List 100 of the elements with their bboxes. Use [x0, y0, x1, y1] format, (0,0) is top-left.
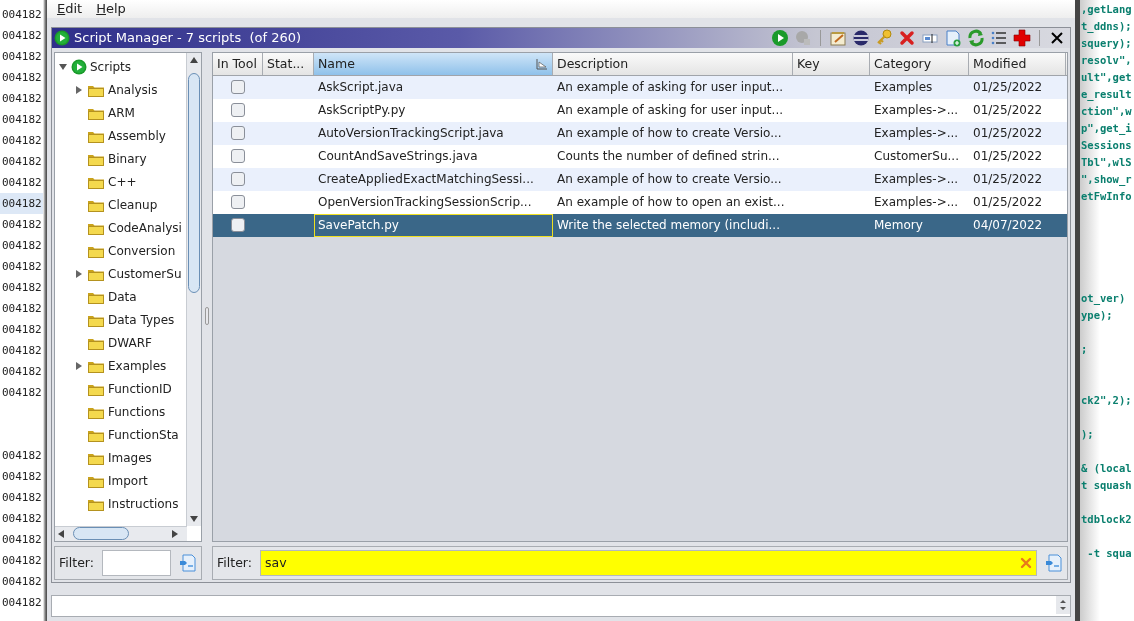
- script-icon[interactable]: [1045, 553, 1063, 572]
- table-cell-text: CreateAppliedExactMatchingSessi...: [317, 170, 535, 188]
- table-cell-text: An example of asking for user input...: [556, 101, 784, 119]
- table-cell-text: Examples->...: [873, 170, 960, 188]
- table-row[interactable]: SavePatch.py Write the selected memory (includi... Memory 04/07/2022: [213, 213, 1067, 237]
- tree-item[interactable]: Binary: [108, 152, 147, 167]
- tree-item[interactable]: Analysis: [108, 83, 158, 98]
- tree-item[interactable]: Functions: [108, 405, 166, 420]
- plus-icon[interactable]: [1013, 28, 1031, 47]
- key-icon[interactable]: [875, 28, 893, 47]
- tree-item[interactable]: Data: [108, 290, 137, 305]
- table-cell-text: 01/25/2022: [972, 170, 1044, 188]
- code-text: squery);: [1081, 36, 1132, 51]
- table-cell-text: CustomerSu...: [873, 147, 960, 165]
- expand-arrow-icon[interactable]: [74, 269, 84, 280]
- table-cell-text: An example of how to open an exist...: [556, 193, 786, 211]
- table-cell-text: OpenVersionTrackingSessionScrip...: [317, 193, 533, 211]
- tree-item[interactable]: CustomerSu: [108, 267, 182, 282]
- run-icon[interactable]: [771, 28, 789, 47]
- table-cell-text: CountAndSaveStrings.java: [317, 147, 479, 165]
- code-text: ck2",2);: [1081, 393, 1132, 408]
- menu-item[interactable]: Edit: [57, 1, 83, 17]
- column-header[interactable]: Name: [314, 52, 553, 75]
- checkbox[interactable]: [231, 103, 245, 118]
- globe-icon[interactable]: [852, 28, 870, 47]
- menu-item[interactable]: Help: [96, 1, 126, 17]
- column-header[interactable]: In Tool: [213, 52, 263, 75]
- tree-item[interactable]: DWARF: [108, 336, 152, 351]
- tree-item[interactable]: Data Types: [108, 313, 175, 328]
- tree-item[interactable]: ARM: [108, 106, 135, 121]
- table-cell-text: Counts the number of defined strin...: [556, 147, 781, 165]
- filter-label: Filter:: [217, 555, 252, 571]
- code-text: tdblock2: [1081, 512, 1132, 527]
- code-text: ,getLang: [1081, 2, 1132, 17]
- table-cell-text: 01/25/2022: [972, 101, 1044, 119]
- tree-item[interactable]: Conversion: [108, 244, 176, 259]
- table-row[interactable]: AskScript.java An example of asking for user input... Examples 01/25/2022: [213, 75, 1067, 99]
- code-text: ction",w: [1081, 104, 1132, 119]
- scrollbar-thumb[interactable]: [188, 72, 200, 293]
- new-script-icon[interactable]: [944, 28, 962, 47]
- checkbox[interactable]: [231, 126, 245, 141]
- delete-icon[interactable]: [898, 28, 916, 47]
- checkbox[interactable]: [231, 80, 245, 95]
- code-text: ",show_r: [1081, 172, 1132, 188]
- tree-item[interactable]: Instructions: [108, 497, 179, 512]
- code-text: ult",get: [1081, 70, 1132, 85]
- table-cell-text: AskScript.java: [317, 78, 405, 96]
- script-manager-icon: [54, 29, 70, 46]
- column-header[interactable]: Category: [870, 52, 969, 75]
- filter-label: Filter:: [59, 555, 94, 571]
- code-text: ype);: [1081, 308, 1113, 323]
- splitter-handle[interactable]: [205, 307, 209, 325]
- table-cell-text: Examples->...: [873, 193, 960, 211]
- clear-icon[interactable]: [1020, 556, 1032, 569]
- checkbox[interactable]: [231, 195, 245, 210]
- code-text: t_ddns);: [1081, 19, 1132, 35]
- tree-item[interactable]: C++: [108, 175, 137, 190]
- code-text: resolv",: [1081, 53, 1132, 68]
- tree-item[interactable]: Import: [108, 474, 148, 489]
- column-header[interactable]: Description: [553, 52, 793, 75]
- table-cell-text: 04/07/2022: [972, 216, 1044, 234]
- table-row[interactable]: AutoVersionTrackingScript.java An example of how to create Versio... Examples->... 01/25/2022: [213, 121, 1067, 145]
- expand-arrow-icon[interactable]: [74, 361, 84, 372]
- table-row[interactable]: CreateAppliedExactMatchingSessi... An example of how to create Versio... Examples->... 01/25/2022: [213, 167, 1067, 191]
- table-row[interactable]: CountAndSaveStrings.java Counts the number of defined strin... CustomerSu... 01/25/2022: [213, 144, 1067, 168]
- code-text: t squash: [1081, 478, 1132, 493]
- filter-field[interactable]: sav: [259, 549, 1037, 576]
- table-cell-text: Memory: [873, 216, 924, 234]
- checkbox[interactable]: [231, 218, 245, 233]
- tree-item[interactable]: Cleanup: [108, 198, 158, 213]
- tree-item[interactable]: FunctionID: [108, 382, 172, 397]
- sort-icon: [536, 57, 548, 70]
- table-row[interactable]: OpenVersionTrackingSessionScrip... An example of how to open an exist... Examples->... 01/25/2022: [213, 190, 1067, 214]
- tree-item[interactable]: Examples: [108, 359, 167, 374]
- tree-item[interactable]: Assembly: [108, 129, 166, 144]
- code-text: Tbl",wlS: [1081, 155, 1132, 170]
- expand-arrow-icon[interactable]: [74, 85, 84, 96]
- table-row[interactable]: AskScriptPy.py An example of asking for user input... Examples->... 01/25/2022: [213, 98, 1067, 122]
- script-icon[interactable]: [179, 553, 197, 572]
- refresh-icon[interactable]: [967, 28, 985, 47]
- table-cell-text: 01/25/2022: [972, 147, 1044, 165]
- checkbox[interactable]: [231, 149, 245, 164]
- table-cell-text: 01/25/2022: [972, 78, 1044, 96]
- address-text: 004182: [0, 193, 43, 214]
- tree-item[interactable]: FunctionSta: [108, 428, 179, 443]
- table-cell-text: 01/25/2022: [972, 193, 1044, 211]
- scrollbar-thumb[interactable]: [73, 527, 129, 541]
- table-cell-text: Examples: [873, 78, 934, 96]
- tree-item[interactable]: Scripts: [90, 60, 132, 75]
- table-cell-text: AutoVersionTrackingScript.java: [317, 124, 505, 142]
- column-header[interactable]: Modified: [969, 52, 1066, 75]
- tree-item[interactable]: Images: [108, 451, 152, 466]
- code-text: e_result: [1081, 87, 1132, 103]
- checkbox[interactable]: [231, 172, 245, 187]
- table-cell-text: An example of how to create Versio...: [556, 170, 783, 188]
- code-text: ot_ver): [1081, 291, 1126, 307]
- tree-item[interactable]: CodeAnalysi: [108, 221, 182, 236]
- column-header[interactable]: Key: [793, 52, 870, 75]
- filter-field[interactable]: [101, 549, 171, 576]
- play-icon: [71, 59, 87, 76]
